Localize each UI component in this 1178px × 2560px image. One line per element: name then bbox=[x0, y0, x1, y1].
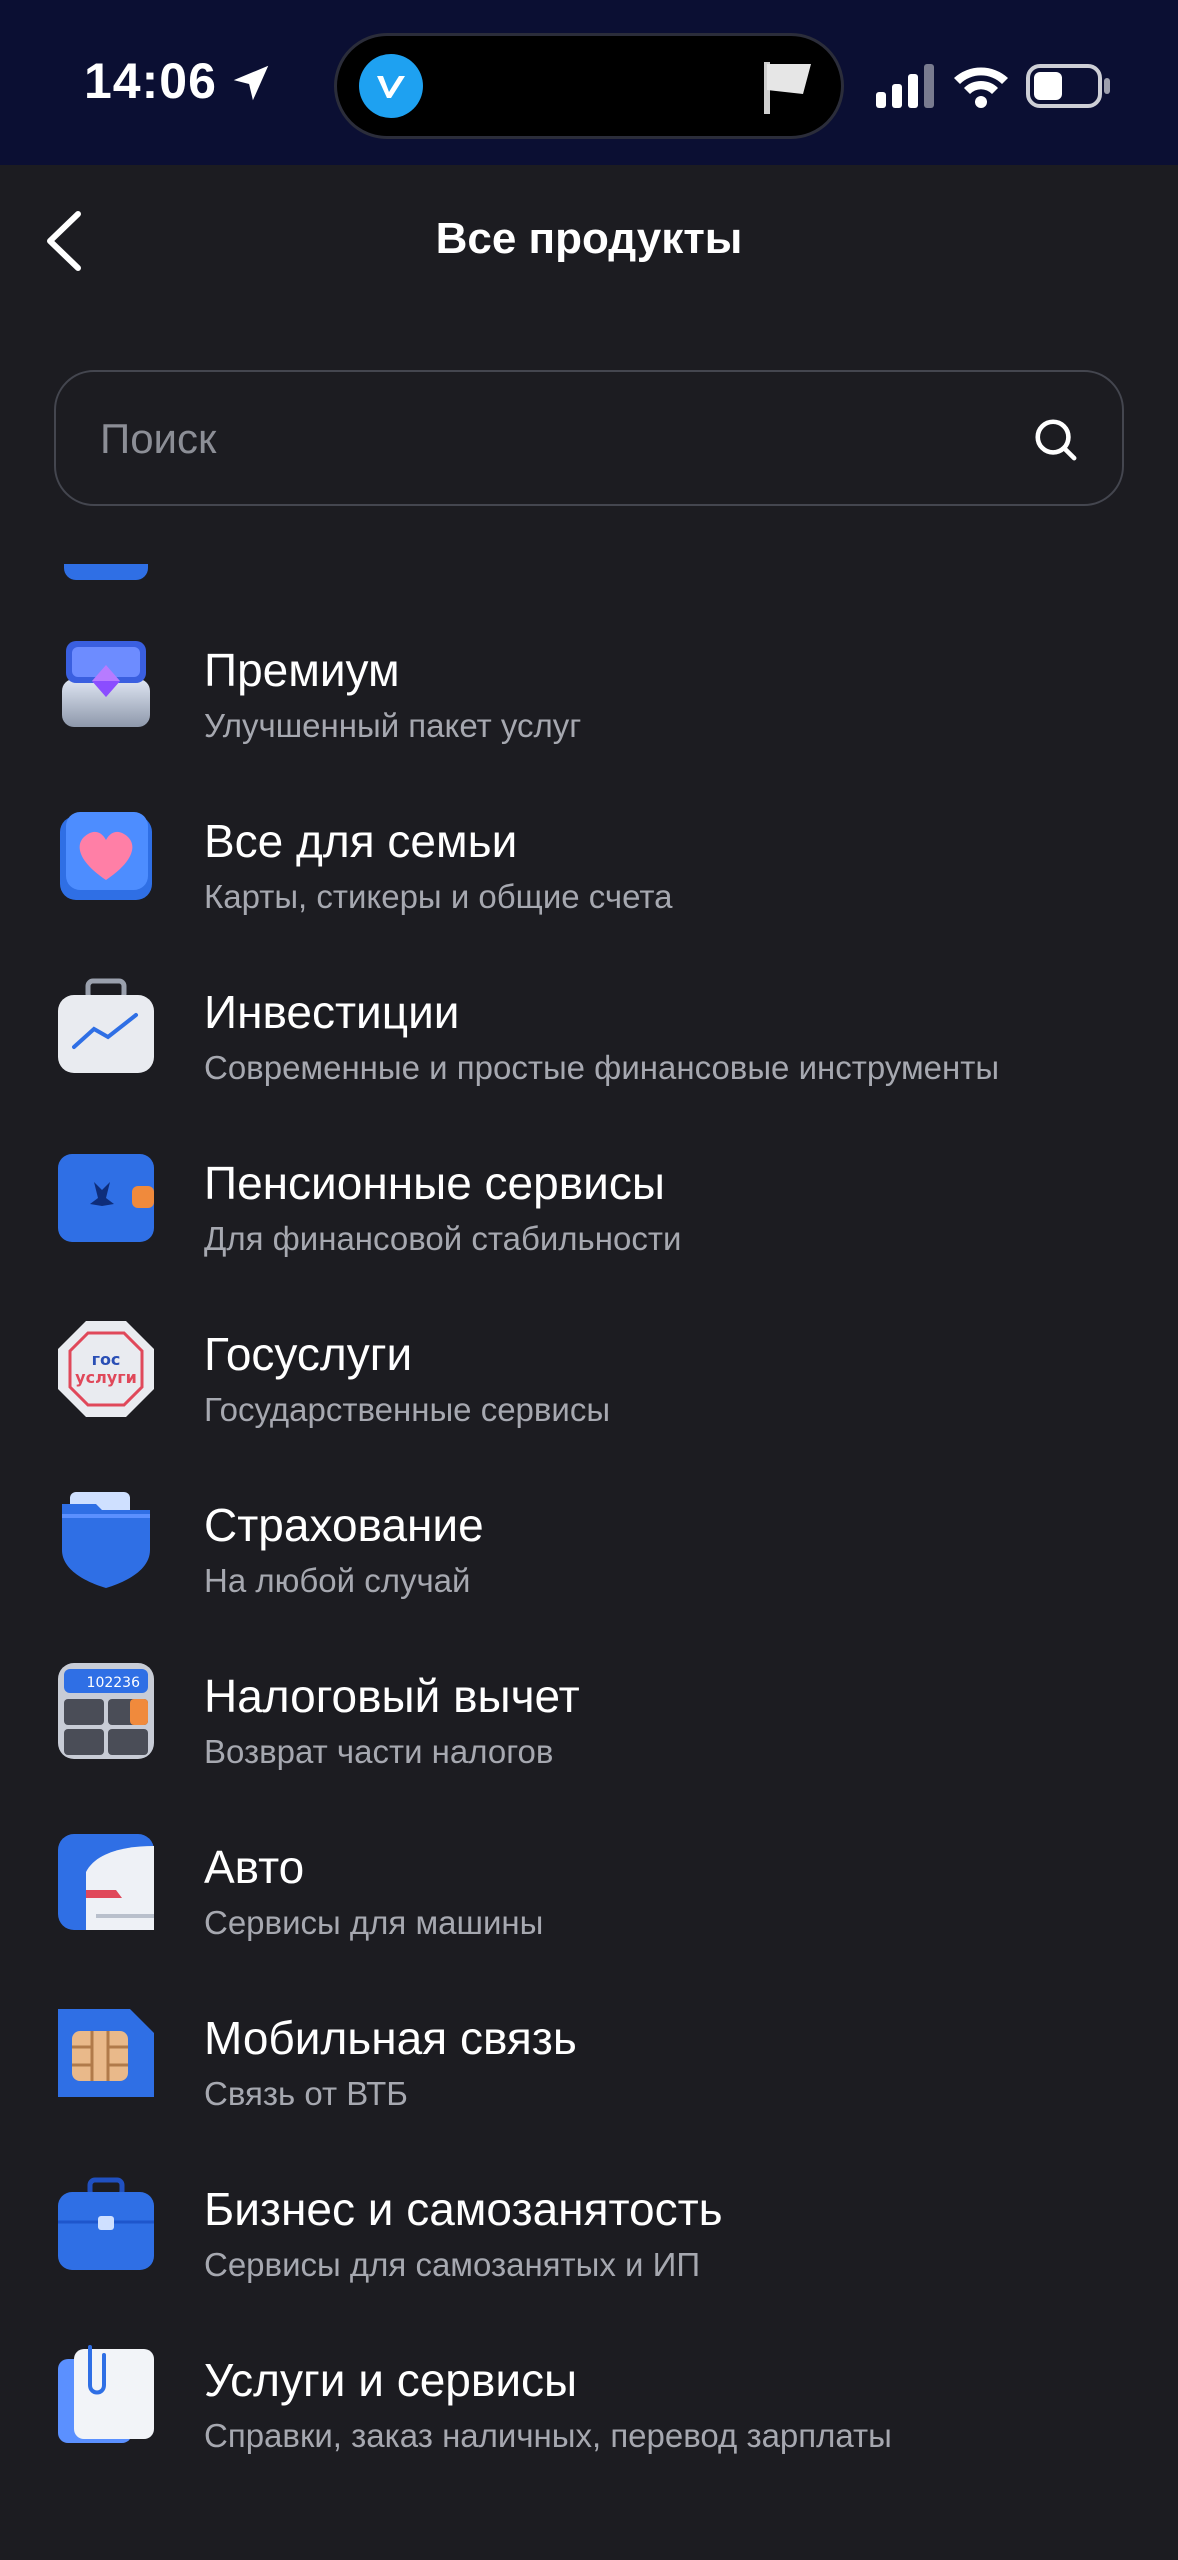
status-bar: 14:06 bbox=[0, 0, 1178, 165]
product-description: Возврат части налогов bbox=[204, 1733, 554, 1770]
search-input[interactable] bbox=[98, 372, 1002, 506]
product-description: Связь от ВТБ bbox=[204, 2075, 408, 2112]
product-insurance[interactable]: Страхование На любой случай bbox=[0, 1440, 1178, 1611]
page-title: Все продукты bbox=[435, 214, 743, 263]
product-description: Сервисы для машины bbox=[204, 1904, 544, 1941]
list-item-clipped bbox=[0, 520, 1178, 580]
cellular-signal-icon bbox=[876, 64, 934, 108]
product-description: Современные и простые финансовые инструм… bbox=[204, 1049, 1000, 1086]
product-name: Инвестиции bbox=[204, 986, 460, 1038]
svg-text:услуги: услуги bbox=[75, 1368, 137, 1387]
product-name: Мобильная связь bbox=[204, 2012, 577, 2064]
vk-icon bbox=[359, 54, 423, 118]
product-description: Сервисы для самозанятых и ИП bbox=[204, 2246, 701, 2283]
svg-text:гос: гос bbox=[92, 1350, 121, 1369]
product-description: Карты, стикеры и общие счета bbox=[204, 878, 673, 915]
pension-wallet-icon bbox=[58, 1154, 154, 1242]
clipped-item-icon bbox=[64, 564, 148, 580]
product-gosuslugi[interactable]: гос услуги Госуслуги Государственные сер… bbox=[0, 1269, 1178, 1440]
documents-clip-icon bbox=[58, 2345, 154, 2443]
search-icon[interactable] bbox=[1032, 416, 1078, 462]
product-name: Страхование bbox=[204, 1499, 484, 1551]
product-premium[interactable]: Премиум Улучшенный пакет услуг bbox=[0, 585, 1178, 756]
shield-folder-icon bbox=[62, 1492, 150, 1588]
calculator-display: 102236 bbox=[87, 1675, 141, 1691]
product-description: Для финансовой стабильности bbox=[204, 1220, 682, 1257]
calculator-icon: 102236 bbox=[58, 1663, 154, 1759]
product-auto[interactable]: Авто Сервисы для машины bbox=[0, 1782, 1178, 1953]
product-family[interactable]: Все для семьи Карты, стикеры и общие сче… bbox=[0, 756, 1178, 927]
product-description: Справки, заказ наличных, перевод зарплат… bbox=[204, 2417, 892, 2454]
dynamic-island bbox=[334, 33, 844, 139]
heart-card-icon bbox=[60, 812, 152, 900]
car-icon bbox=[58, 1834, 154, 1930]
product-investments[interactable]: Инвестиции Современные и простые финансо… bbox=[0, 927, 1178, 1098]
product-name: Услуги и сервисы bbox=[204, 2354, 578, 2406]
product-name: Премиум bbox=[204, 644, 400, 696]
gosuslugi-icon: гос услуги bbox=[58, 1321, 154, 1417]
diamond-box-icon bbox=[62, 641, 150, 727]
product-services[interactable]: Услуги и сервисы Справки, заказ наличных… bbox=[0, 2295, 1178, 2466]
product-name: Пенсионные сервисы bbox=[204, 1157, 665, 1209]
battery-icon bbox=[1026, 64, 1110, 108]
wifi-icon bbox=[954, 67, 1008, 108]
product-mobile[interactable]: Мобильная связь Связь от ВТБ bbox=[0, 1953, 1178, 2124]
product-pension[interactable]: Пенсионные сервисы Для финансовой стабил… bbox=[0, 1098, 1178, 1269]
product-name: Госуслуги bbox=[204, 1328, 413, 1380]
product-name: Авто bbox=[204, 1841, 305, 1893]
flag-icon bbox=[764, 62, 811, 114]
briefcase-chart-icon bbox=[58, 978, 154, 1073]
product-description: Государственные сервисы bbox=[204, 1391, 611, 1428]
search-box[interactable] bbox=[54, 370, 1124, 506]
product-name: Налоговый вычет bbox=[204, 1670, 580, 1722]
product-business[interactable]: Бизнес и самозанятость Сервисы для самоз… bbox=[0, 2124, 1178, 2295]
sim-card-icon bbox=[58, 2009, 154, 2097]
product-name: Бизнес и самозанятость bbox=[204, 2183, 723, 2235]
product-description: Улучшенный пакет услуг bbox=[204, 707, 582, 744]
product-tax-deduction[interactable]: 102236 Налоговый вычет Возврат части нал… bbox=[0, 1611, 1178, 1782]
business-bag-icon bbox=[58, 2177, 154, 2270]
product-description: На любой случай bbox=[204, 1562, 471, 1599]
product-name: Все для семьи bbox=[204, 815, 518, 867]
location-arrow-icon bbox=[233, 65, 269, 101]
status-time: 14:06 bbox=[84, 53, 217, 109]
